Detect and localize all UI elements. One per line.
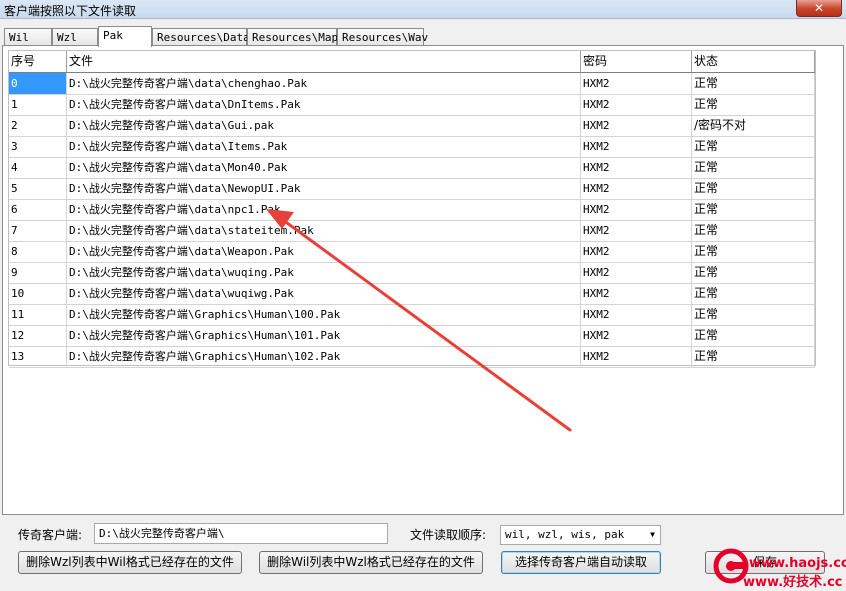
annotation-arrow	[266, 209, 572, 432]
read-order-select[interactable]: wil, wzl, wis, pak ▼	[500, 525, 661, 545]
auto-read-button[interactable]: 选择传奇客户端自动读取	[501, 551, 661, 574]
read-order-value: wil, wzl, wis, pak	[505, 528, 625, 541]
delete-wil-duplicates-button[interactable]: 删除Wil列表中Wzl格式已经存在的文件	[259, 551, 483, 574]
watermark-url: www.haojs.cc	[749, 556, 846, 571]
delete-wzl-duplicates-button[interactable]: 删除Wzl列表中Wil格式已经存在的文件	[18, 551, 242, 574]
read-order-label: 文件读取顺序:	[410, 528, 487, 542]
client-path-field[interactable]: D:\战火完整传奇客户端\	[94, 523, 388, 544]
tab-pak[interactable]: Pak	[98, 26, 152, 47]
client-label: 传奇客户端:	[18, 528, 83, 542]
watermark-url-cn: www.好技术.cc	[743, 575, 843, 590]
chevron-down-icon: ▼	[650, 530, 655, 539]
